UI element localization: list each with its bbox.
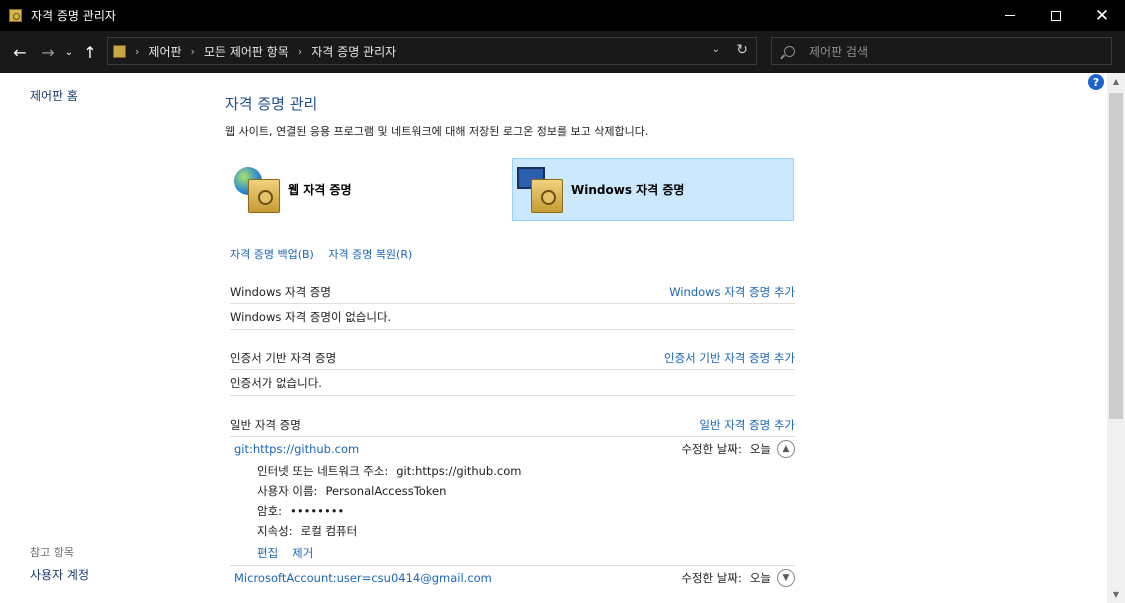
credential-item[interactable]: MicrosoftAccount:user=csu0414@gmail.com …: [230, 566, 795, 590]
page-title: 자격 증명 관리: [225, 95, 318, 113]
modified-value: 오늘: [749, 442, 771, 456]
section-title: 일반 자격 증명: [230, 418, 301, 432]
safe-icon: [531, 178, 563, 213]
backup-restore-links: 자격 증명 백업(B) 자격 증명 복원(R): [230, 246, 423, 262]
recent-locations-button[interactable]: ⌄: [62, 47, 76, 58]
detail-password: 암호: ••••••••: [257, 501, 795, 521]
window-title: 자격 증명 관리자: [31, 9, 116, 23]
control-panel-home-link[interactable]: 제어판 홈: [30, 87, 78, 104]
credential-name[interactable]: git:https://github.com: [234, 442, 359, 456]
detail-value: 로컬 컴퓨터: [300, 524, 358, 538]
generic-credentials-section: 일반 자격 증명 일반 자격 증명 추가 git:https://github.…: [230, 417, 795, 590]
credential-details: 인터넷 또는 네트워크 주소: git:https://github.com 사…: [230, 461, 795, 565]
breadcrumb-control-panel[interactable]: 제어판: [148, 43, 181, 60]
backup-credentials-link[interactable]: 자격 증명 백업(B): [230, 248, 314, 261]
credential-meta: 수정한 날짜: 오늘 ▼: [681, 569, 795, 587]
web-credentials-tile[interactable]: 웹 자격 증명: [230, 158, 512, 221]
restore-credentials-link[interactable]: 자격 증명 복원(R): [328, 248, 412, 261]
breadcrumb-all-items[interactable]: 모든 제어판 항목: [204, 43, 289, 60]
title-bar: 자격 증명 관리자 ✕: [0, 0, 1125, 31]
navigation-bar: ← → ⌄ ↑ › 제어판 › 모든 제어판 항목 › 자격 증명 관리자 ⌄ …: [0, 31, 1125, 73]
minimize-button[interactable]: [987, 0, 1033, 31]
back-button[interactable]: ←: [6, 43, 34, 62]
chevron-right-icon: ›: [297, 44, 303, 58]
credential-actions: 편집 제거: [257, 541, 795, 565]
credential-name[interactable]: MicrosoftAccount:user=csu0414@gmail.com: [234, 571, 492, 585]
web-credentials-label: 웹 자격 증명: [288, 183, 352, 197]
page-description: 웹 사이트, 연결된 응용 프로그램 및 네트워크에 대해 저장된 로그온 정보…: [225, 125, 649, 138]
close-icon: ✕: [1094, 5, 1110, 26]
scroll-up-arrow-icon[interactable]: ▲: [1107, 73, 1125, 90]
detail-label: 암호:: [257, 504, 283, 518]
detail-label: 사용자 이름:: [257, 484, 318, 498]
section-title: 인증서 기반 자격 증명: [230, 351, 337, 365]
scroll-down-arrow-icon[interactable]: ▼: [1107, 586, 1125, 603]
empty-message: 인증서가 없습니다.: [230, 370, 795, 396]
search-input[interactable]: 제어판 검색: [771, 37, 1112, 65]
left-pane: 제어판 홈 참고 항목 사용자 계정: [0, 73, 200, 603]
refresh-button[interactable]: ↻: [736, 42, 748, 58]
modified-label: 수정한 날짜:: [681, 442, 742, 456]
address-dropdown-button[interactable]: ⌄: [712, 44, 720, 55]
window-controls: ✕: [987, 0, 1125, 31]
section-header: 일반 자격 증명 일반 자격 증명 추가: [230, 417, 795, 437]
maximize-icon: [1051, 10, 1061, 21]
windows-credentials-tile[interactable]: Windows 자격 증명: [512, 158, 794, 221]
chevron-right-icon: ›: [135, 44, 140, 58]
detail-address: 인터넷 또는 네트워크 주소: git:https://github.com: [257, 461, 795, 481]
collapse-chevron-icon[interactable]: ▲: [777, 440, 795, 458]
credential-meta: 수정한 날짜: 오늘 ▲: [681, 440, 795, 458]
windows-credentials-icon: [517, 165, 565, 215]
detail-user: 사용자 이름: PersonalAccessToken: [257, 481, 795, 501]
modified-label: 수정한 날짜:: [681, 571, 742, 585]
detail-value: git:https://github.com: [396, 464, 522, 478]
up-button[interactable]: ↑: [76, 43, 104, 62]
remove-credential-link[interactable]: 제거: [292, 545, 313, 561]
windows-credentials-label: Windows 자격 증명: [571, 183, 685, 197]
expand-chevron-icon[interactable]: ▼: [777, 569, 795, 587]
help-icon[interactable]: ?: [1088, 74, 1104, 90]
maximize-button[interactable]: [1033, 0, 1079, 31]
user-accounts-link[interactable]: 사용자 계정: [30, 566, 89, 583]
minimize-icon: [1005, 15, 1015, 16]
add-certificate-credential-link[interactable]: 인증서 기반 자격 증명 추가: [664, 350, 795, 369]
safe-icon: [248, 178, 280, 213]
detail-value: PersonalAccessToken: [325, 484, 447, 498]
windows-credentials-section: Windows 자격 증명 Windows 자격 증명 추가 Windows 자…: [230, 284, 795, 330]
credential-item[interactable]: git:https://github.com 수정한 날짜: 오늘 ▲: [230, 437, 795, 461]
web-credentials-icon: [234, 165, 282, 215]
add-windows-credential-link[interactable]: Windows 자격 증명 추가: [669, 284, 795, 303]
credential-manager-icon: [9, 9, 22, 22]
section-title: Windows 자격 증명: [230, 285, 331, 299]
scrollbar-thumb[interactable]: [1109, 93, 1123, 419]
see-also-title: 참고 항목: [30, 546, 74, 559]
certificate-credentials-section: 인증서 기반 자격 증명 인증서 기반 자격 증명 추가 인증서가 없습니다.: [230, 350, 795, 396]
close-button[interactable]: ✕: [1079, 0, 1125, 31]
control-panel-icon: [113, 44, 126, 58]
edit-credential-link[interactable]: 편집: [257, 545, 278, 561]
breadcrumb-credential-manager[interactable]: 자격 증명 관리자: [311, 43, 396, 60]
detail-persistence: 지속성: 로컬 컴퓨터: [257, 521, 795, 541]
empty-message: Windows 자격 증명이 없습니다.: [230, 304, 795, 330]
chevron-right-icon: ›: [190, 44, 195, 58]
vertical-scrollbar[interactable]: ▲ ▼: [1107, 73, 1125, 603]
detail-value: ••••••••: [290, 504, 345, 518]
address-bar[interactable]: › 제어판 › 모든 제어판 항목 › 자격 증명 관리자 ⌄ ↻: [107, 37, 757, 65]
main-content: 자격 증명 관리 웹 사이트, 연결된 응용 프로그램 및 네트워크에 대해 저…: [200, 73, 1107, 603]
detail-label: 지속성:: [257, 524, 293, 538]
detail-label: 인터넷 또는 네트워크 주소:: [257, 464, 389, 478]
modified-value: 오늘: [749, 571, 771, 585]
forward-button[interactable]: →: [34, 43, 62, 62]
search-icon: [784, 45, 795, 57]
add-generic-credential-link[interactable]: 일반 자격 증명 추가: [699, 417, 795, 436]
section-header: 인증서 기반 자격 증명 인증서 기반 자격 증명 추가: [230, 350, 795, 370]
search-placeholder: 제어판 검색: [809, 44, 869, 59]
section-header: Windows 자격 증명 Windows 자격 증명 추가: [230, 284, 795, 304]
